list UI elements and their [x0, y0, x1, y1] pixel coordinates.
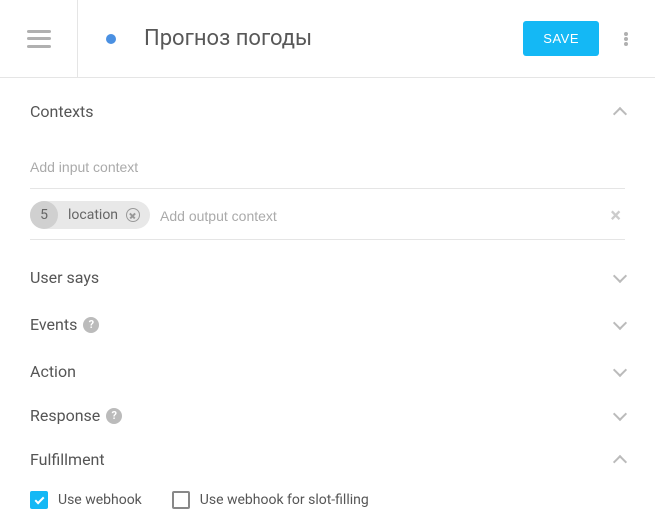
clear-icon[interactable]: ×	[606, 205, 625, 225]
section-action: Action	[30, 348, 625, 395]
input-context-field[interactable]	[30, 159, 625, 175]
chevron-up-icon	[613, 454, 627, 468]
output-context-field[interactable]	[160, 208, 596, 224]
chevron-down-icon	[613, 268, 627, 282]
section-user-says: User says	[30, 246, 625, 301]
output-context-row: 5 location ×	[30, 189, 625, 240]
slot-filling-checkbox-group[interactable]: Use webhook for slot-filling	[172, 491, 369, 509]
checkbox-unchecked-icon	[172, 491, 190, 509]
section-fulfillment: Fulfillment Use webhook Use webhook for …	[30, 436, 625, 523]
more-options-icon[interactable]	[617, 30, 635, 48]
section-contexts: Contexts 5 location ×	[30, 78, 625, 246]
chip-count: 5	[30, 201, 58, 229]
context-chip[interactable]: 5 location	[30, 201, 150, 229]
fulfillment-title: Fulfillment	[30, 450, 105, 469]
chevron-down-icon	[613, 315, 627, 329]
action-title: Action	[30, 362, 76, 381]
contexts-title: Contexts	[30, 102, 94, 121]
hamburger-wrap	[0, 0, 78, 78]
title-area: Прогноз погоды	[78, 26, 523, 51]
contexts-header[interactable]: Contexts	[30, 102, 625, 121]
section-response: Response ?	[30, 395, 625, 436]
checkbox-checked-icon	[30, 491, 48, 509]
help-icon[interactable]: ?	[106, 408, 122, 424]
close-icon[interactable]	[126, 208, 140, 222]
chevron-down-icon	[613, 406, 627, 420]
events-header[interactable]: Events ?	[30, 315, 625, 334]
chip-label: location	[68, 207, 118, 223]
output-context-field-wrap	[160, 206, 596, 225]
fulfillment-header[interactable]: Fulfillment	[30, 450, 625, 469]
events-title-text: Events	[30, 315, 77, 334]
save-button[interactable]: SAVE	[523, 21, 599, 56]
action-header[interactable]: Action	[30, 362, 625, 381]
response-header[interactable]: Response ?	[30, 406, 625, 425]
status-dot-icon	[106, 34, 116, 44]
chevron-down-icon	[613, 362, 627, 376]
page-title: Прогноз погоды	[144, 26, 312, 51]
events-title: Events ?	[30, 315, 99, 334]
fulfillment-body: Use webhook Use webhook for slot-filling	[30, 469, 625, 509]
chevron-up-icon	[613, 106, 627, 120]
help-icon[interactable]: ?	[83, 317, 99, 333]
user-says-title: User says	[30, 268, 99, 287]
use-webhook-checkbox-group[interactable]: Use webhook	[30, 491, 142, 509]
content: Contexts 5 location × User says Even	[0, 78, 655, 523]
user-says-header[interactable]: User says	[30, 268, 625, 287]
input-context-row	[30, 121, 625, 189]
use-webhook-label: Use webhook	[58, 492, 142, 508]
response-title: Response ?	[30, 406, 122, 425]
response-title-text: Response	[30, 406, 100, 425]
checkmark-icon	[34, 494, 44, 504]
slot-filling-label: Use webhook for slot-filling	[200, 492, 369, 508]
section-events: Events ?	[30, 301, 625, 348]
app-header: Прогноз погоды SAVE	[0, 0, 655, 78]
menu-icon[interactable]	[27, 30, 51, 48]
